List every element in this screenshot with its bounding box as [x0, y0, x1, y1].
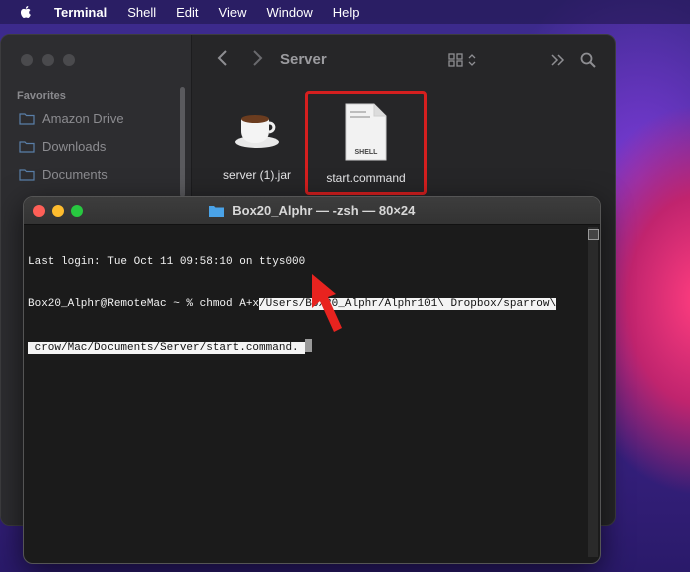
back-arrow-icon[interactable]	[216, 49, 230, 67]
menu-shell[interactable]: Shell	[127, 5, 156, 20]
window-controls	[21, 54, 75, 66]
selected-path-text: crow/Mac/Documents/Server/start.command.	[28, 342, 306, 354]
file-label: start.command	[326, 171, 406, 185]
more-chevrons-icon[interactable]	[549, 51, 567, 69]
close-button[interactable]	[21, 54, 33, 66]
sidebar-item-label: Amazon Drive	[42, 111, 124, 126]
sidebar-item-label: Documents	[42, 167, 108, 182]
sidebar-section-favorites: Favorites	[17, 90, 66, 102]
apple-icon[interactable]	[18, 4, 34, 20]
text-cursor	[305, 339, 313, 352]
folder-icon	[19, 141, 35, 153]
menu-terminal[interactable]: Terminal	[54, 5, 107, 20]
file-server-jar[interactable]: server (1).jar	[213, 101, 301, 182]
java-cup-icon	[235, 115, 279, 148]
file-start-command[interactable]: SHELL start.command	[305, 91, 427, 195]
menu-window[interactable]: Window	[267, 5, 313, 20]
sidebar-item-downloads[interactable]: Downloads	[19, 139, 106, 154]
shell-badge: SHELL	[354, 149, 378, 156]
finder-window-title: Server	[280, 51, 327, 68]
search-icon[interactable]	[579, 51, 597, 69]
finder-toolbar	[192, 35, 615, 85]
sidebar-scrollbar[interactable]	[180, 87, 185, 197]
file-label: server (1).jar	[222, 168, 291, 182]
terminal-prompt: Box20_Alphr@RemoteMac ~ % chmod A+x	[28, 298, 260, 310]
menu-help[interactable]: Help	[333, 5, 360, 20]
sidebar-item-amazon-drive[interactable]: Amazon Drive	[19, 111, 124, 126]
menu-view[interactable]: View	[219, 5, 247, 20]
zoom-button[interactable]	[63, 54, 75, 66]
scroll-cap	[588, 229, 599, 240]
minimize-button[interactable]	[42, 54, 54, 66]
terminal-line: crow/Mac/Documents/Server/start.command.	[28, 339, 586, 355]
folder-icon	[19, 113, 35, 125]
terminal-window: Box20_Alphr — -zsh — 80×24 Last login: T…	[23, 196, 601, 564]
forward-arrow-icon[interactable]	[250, 49, 264, 67]
terminal-title: Box20_Alphr — -zsh — 80×24	[24, 203, 600, 218]
folder-icon	[19, 169, 35, 181]
terminal-scrollbar[interactable]	[588, 227, 599, 557]
sidebar-item-documents[interactable]: Documents	[19, 167, 108, 182]
sidebar-item-label: Downloads	[42, 139, 107, 154]
folder-icon	[208, 206, 224, 217]
grid-view-icon[interactable]	[447, 51, 465, 69]
menu-bar: Terminal Shell Edit View Window Help	[0, 0, 690, 24]
chevron-updown-icon[interactable]	[467, 51, 477, 69]
menu-edit[interactable]: Edit	[176, 5, 198, 20]
terminal-title-text: Box20_Alphr — -zsh — 80×24	[232, 203, 416, 218]
terminal-titlebar: Box20_Alphr — -zsh — 80×24	[24, 197, 600, 225]
red-arrow-icon	[312, 274, 342, 332]
